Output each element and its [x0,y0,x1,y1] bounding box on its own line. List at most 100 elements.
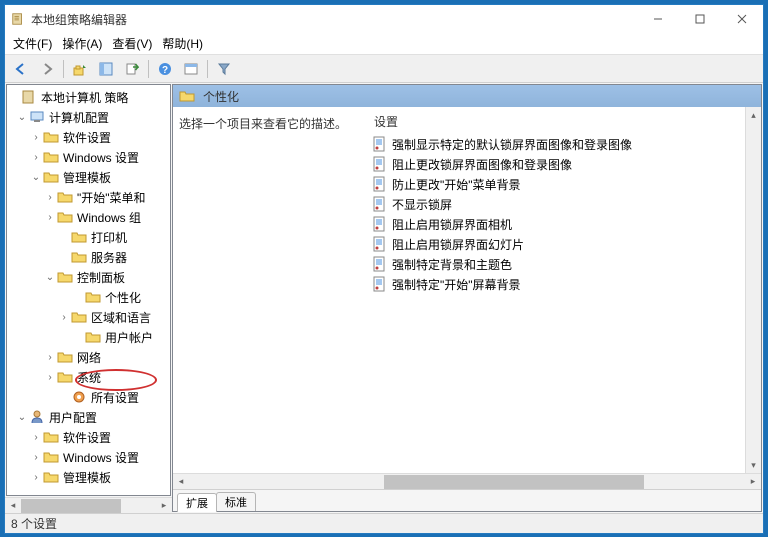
svg-text:?: ? [162,65,168,76]
expand-icon[interactable]: ⌄ [15,412,29,423]
up-button[interactable] [68,58,92,80]
expand-icon[interactable]: › [29,132,43,143]
close-button[interactable] [721,5,763,33]
expand-icon[interactable]: ⌄ [15,112,29,123]
menu-view[interactable]: 查看(V) [112,35,152,52]
description-pane: 选择一个项目来查看它的描述。 [173,107,368,473]
menu-file[interactable]: 文件(F) [13,35,52,52]
tree-node[interactable]: 所有设置 [89,389,141,406]
help-button[interactable]: ? [153,58,177,80]
maximize-button[interactable] [679,5,721,33]
scroll-right-icon[interactable]: ▸ [745,474,761,489]
forward-button[interactable] [35,58,59,80]
tree-node[interactable]: 软件设置 [61,129,113,146]
policy-item-icon [372,276,388,292]
tree-node[interactable]: 管理模板 [61,169,113,186]
back-button[interactable] [9,58,33,80]
computer-icon [29,109,45,125]
folder-icon [43,149,59,165]
tree-node-personalization[interactable]: 个性化 [103,289,143,306]
tree-node[interactable]: 系统 [75,369,103,386]
setting-item[interactable]: 阻止更改锁屏界面图像和登录图像 [372,154,741,174]
scroll-up-icon[interactable]: ▴ [746,107,761,123]
view-tabs: 扩展 标准 [173,489,761,511]
folder-icon [43,469,59,485]
scroll-thumb[interactable] [21,499,121,513]
column-header-setting[interactable]: 设置 [372,113,741,130]
tree-node[interactable]: 管理模板 [61,469,113,486]
properties-button[interactable] [179,58,203,80]
tree-node[interactable]: 网络 [75,349,103,366]
tree-node[interactable]: 打印机 [89,229,129,246]
tree-node[interactable]: Windows 组 [75,209,143,226]
details-title: 个性化 [203,88,239,105]
user-icon [29,409,45,425]
status-bar: 8 个设置 [5,513,763,533]
scroll-right-icon[interactable]: ▸ [156,498,172,513]
tree-hscrollbar[interactable]: ◂ ▸ [5,497,172,513]
setting-label: 阻止更改锁屏界面图像和登录图像 [392,156,572,173]
show-hide-tree-button[interactable] [94,58,118,80]
policy-item-icon [372,136,388,152]
folder-icon [43,169,59,185]
scroll-left-icon[interactable]: ◂ [173,474,189,489]
expand-icon[interactable]: › [57,312,71,323]
setting-item[interactable]: 强制特定"开始"屏幕背景 [372,274,741,294]
folder-icon [85,289,101,305]
setting-item[interactable]: 阻止启用锁屏界面相机 [372,214,741,234]
folder-icon [179,88,195,104]
tree-node[interactable]: "开始"菜单和 [75,189,148,206]
setting-item[interactable]: 强制特定背景和主题色 [372,254,741,274]
policy-item-icon [372,236,388,252]
scroll-down-icon[interactable]: ▾ [746,457,761,473]
folder-icon [43,129,59,145]
folder-icon [85,329,101,345]
details-hscrollbar[interactable]: ◂ ▸ [173,473,761,489]
expand-icon[interactable]: ⌄ [43,272,57,283]
scroll-left-icon[interactable]: ◂ [5,498,21,513]
setting-item[interactable]: 防止更改"开始"菜单背景 [372,174,741,194]
tree-node[interactable]: 区域和语言 [89,309,153,326]
folder-icon [57,369,73,385]
expand-icon[interactable]: › [29,152,43,163]
expand-icon[interactable]: › [43,372,57,383]
expand-icon[interactable]: ⌄ [29,172,43,183]
expand-icon[interactable]: › [43,192,57,203]
tree-node[interactable]: 服务器 [89,249,129,266]
menu-action[interactable]: 操作(A) [62,35,102,52]
tree-node[interactable]: 计算机配置 [47,109,111,126]
tree-node[interactable]: Windows 设置 [61,449,141,466]
tree-node[interactable]: 控制面板 [75,269,127,286]
tree-root[interactable]: 本地计算机 策略 [39,89,130,106]
separator [207,60,208,78]
tab-extended[interactable]: 扩展 [177,493,217,512]
expand-icon[interactable]: › [29,432,43,443]
expand-icon[interactable]: › [43,352,57,363]
details-header: 个性化 [173,85,761,107]
menubar: 文件(F) 操作(A) 查看(V) 帮助(H) [5,33,763,55]
vscrollbar[interactable]: ▴ ▾ [745,107,761,473]
scroll-thumb[interactable] [384,475,644,489]
export-button[interactable] [120,58,144,80]
expand-icon[interactable]: › [29,452,43,463]
tree-node[interactable]: Windows 设置 [61,149,141,166]
tree-node[interactable]: 用户配置 [47,409,99,426]
setting-item[interactable]: 强制显示特定的默认锁屏界面图像和登录图像 [372,134,741,154]
setting-label: 阻止启用锁屏界面相机 [392,216,512,233]
filter-button[interactable] [212,58,236,80]
setting-label: 强制特定背景和主题色 [392,256,512,273]
setting-item[interactable]: 阻止启用锁屏界面幻灯片 [372,234,741,254]
expand-icon[interactable]: › [29,472,43,483]
minimize-button[interactable] [637,5,679,33]
settings-icon [71,389,87,405]
tab-standard[interactable]: 标准 [216,492,256,511]
expand-icon[interactable]: › [43,212,57,223]
settings-list: 设置 强制显示特定的默认锁屏界面图像和登录图像阻止更改锁屏界面图像和登录图像防止… [368,107,745,473]
setting-item[interactable]: 不显示锁屏 [372,194,741,214]
folder-icon [57,349,73,365]
menu-help[interactable]: 帮助(H) [162,35,203,52]
setting-label: 强制特定"开始"屏幕背景 [392,276,521,293]
tree-node[interactable]: 软件设置 [61,429,113,446]
tree-panel[interactable]: 本地计算机 策略 ⌄计算机配置 ›软件设置 ›Windows 设置 ⌄管理模板 … [6,84,171,496]
tree-node[interactable]: 用户帐户 [103,329,155,346]
